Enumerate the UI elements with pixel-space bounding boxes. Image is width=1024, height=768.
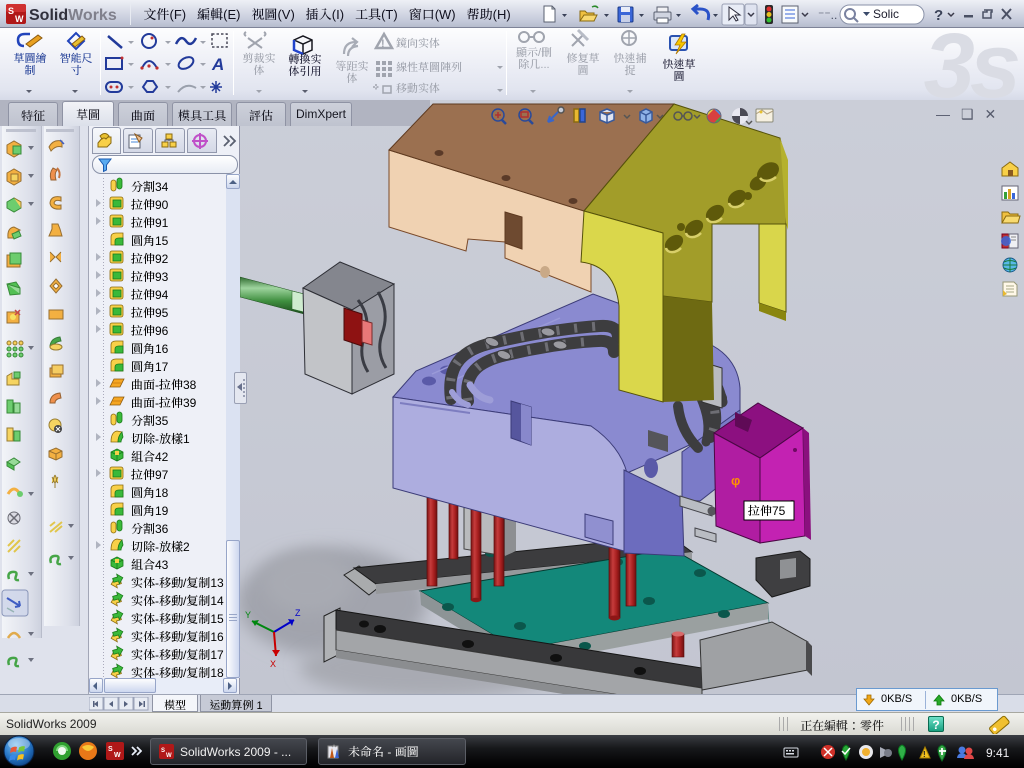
svg-text:W: W <box>166 753 172 759</box>
svg-text:A: A <box>211 55 224 74</box>
svg-text:⁻⁻..: ⁻⁻.. <box>818 8 837 22</box>
svg-text:Y: Y <box>245 610 251 620</box>
svg-text:9:41: 9:41 <box>986 746 1010 760</box>
svg-text:SolidWorks: SolidWorks <box>29 7 117 24</box>
svg-text:X: X <box>270 659 276 669</box>
svg-text:W: W <box>15 14 24 24</box>
svg-text:!: ! <box>923 750 926 759</box>
svg-text:S: S <box>108 746 113 753</box>
svg-text:Z: Z <box>295 608 301 618</box>
svg-text:W: W <box>114 752 121 759</box>
svg-text:Solic: Solic <box>873 7 899 21</box>
svg-text:S: S <box>8 6 14 16</box>
svg-text:φ: φ <box>731 473 740 488</box>
svg-text:S: S <box>161 748 165 754</box>
svg-text:!: ! <box>381 38 385 50</box>
svg-text:拉伸75: 拉伸75 <box>748 504 786 518</box>
